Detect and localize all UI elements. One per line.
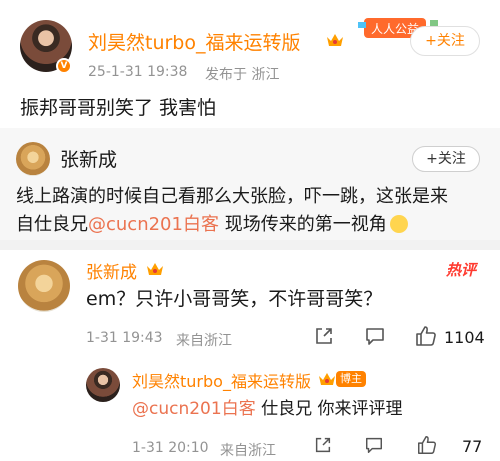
reply-content: @cucn201白客 仕良兄 你来评评理 [132,394,403,424]
reply-mention-link[interactable]: @cucn201白客 [132,399,256,419]
repost-author-name[interactable]: 张新成 [60,145,117,175]
comment-icon[interactable] [364,325,386,347]
comment-content: em？只许小哥哥笑，不许哥哥笑？ [86,288,383,310]
like-icon[interactable] [416,434,438,456]
section-divider [0,240,500,250]
post-timestamp: 25-1-31 19:38 [88,64,188,80]
comment-author-name[interactable]: 张新成 [86,258,137,283]
member-crown-icon [319,373,335,385]
verified-badge-icon: V [56,58,72,74]
repost-line-2: 自仕良兄@cucn201白客 现场传来的第一视角 [16,210,408,240]
post-content: 振邦哥哥别笑了 我害怕 [20,97,217,119]
repost-follow-button[interactable]: +关注 [412,146,480,172]
post-source: 发布于 浙江 [205,67,280,83]
reply-author-name[interactable]: 刘昊然turbo_福来运转版 [132,368,311,392]
reply-author-avatar[interactable] [86,368,120,402]
member-crown-icon [327,34,343,46]
repost-line-2-prefix: 自仕良兄 [16,214,88,235]
share-icon[interactable] [313,325,335,347]
reply-source: 来自浙江 [220,443,276,459]
blogger-badge: 博主 [336,371,366,387]
hot-comment-badge: 热评 [446,261,477,279]
repost-author-avatar[interactable] [16,142,50,176]
post-follow-button[interactable]: +关注 [410,26,480,56]
member-crown-icon [147,263,163,275]
repost-line-1: 线上路演的时候自己看那么大张脸，吓一跳，这张是来 [16,186,448,207]
comment-author-avatar[interactable] [18,260,70,312]
comment-icon[interactable] [364,435,384,455]
repost-mention-link[interactable]: @cucn201白客 [88,214,219,235]
smile-emoji-icon [389,215,408,233]
post-author-name[interactable]: 刘昊然turbo_福来运转版 [88,28,301,55]
comment-source: 来自浙江 [176,333,232,349]
comment-timestamp: 1-31 19:43 [86,330,163,346]
like-icon[interactable] [414,324,438,348]
repost-line-2-suffix: 现场传来的第一视角 [218,214,387,235]
reply-content-text: 仕良兄 你来评评理 [255,399,403,419]
comment-like-count: 1104 [444,328,485,347]
reply-timestamp: 1-31 20:10 [132,440,209,456]
share-icon[interactable] [313,435,333,455]
reply-like-count: 77 [462,437,483,456]
